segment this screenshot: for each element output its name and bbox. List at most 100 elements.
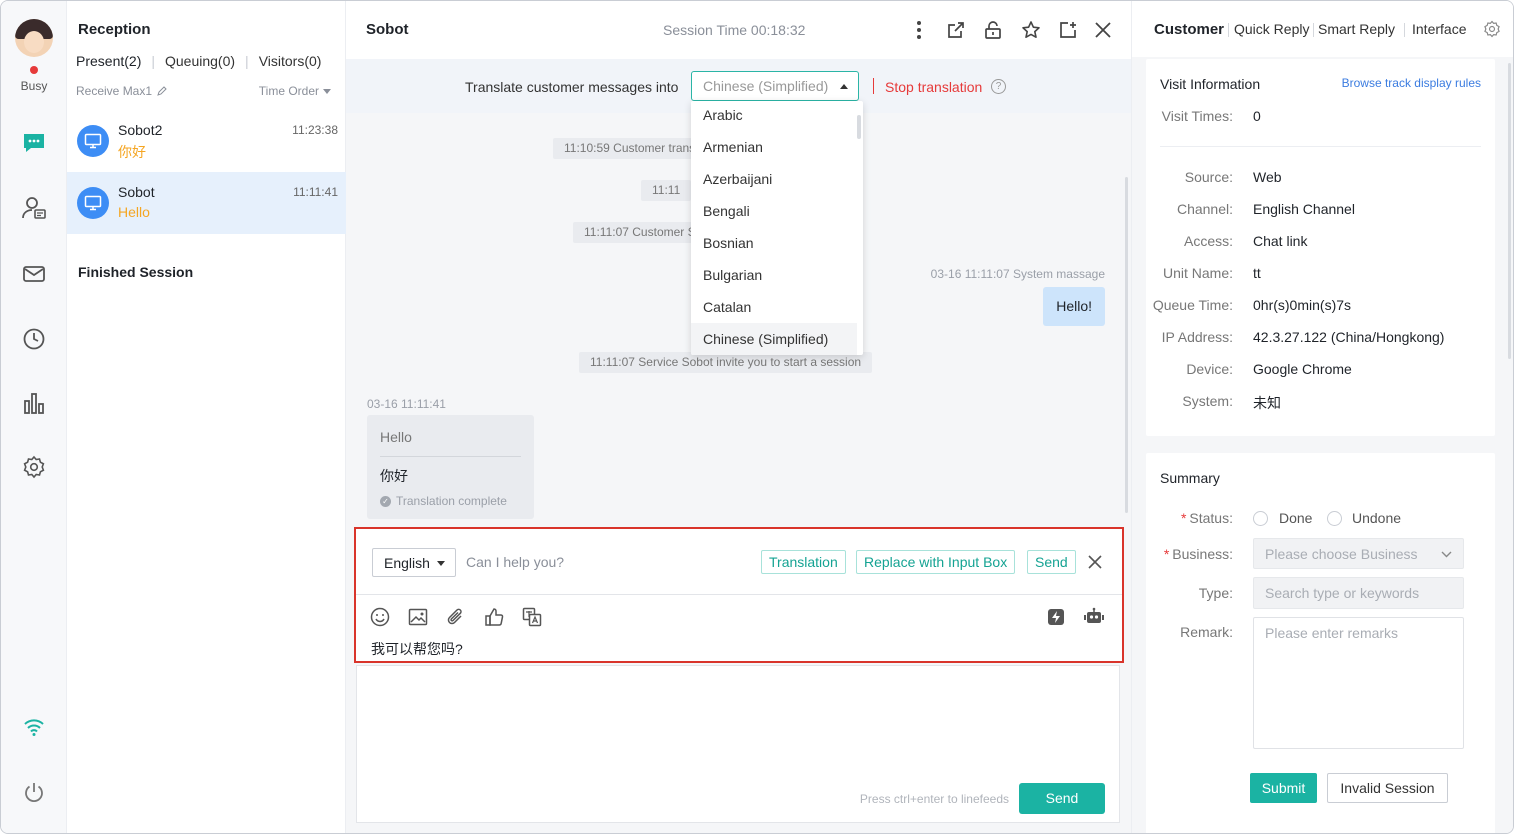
time-order-sort[interactable]: Time Order xyxy=(259,84,331,98)
invalid-session-button[interactable]: Invalid Session xyxy=(1327,773,1448,803)
status-undone-radio[interactable] xyxy=(1327,511,1342,526)
star-icon[interactable] xyxy=(1020,19,1042,41)
field-label: Queue Time: xyxy=(1152,297,1233,313)
language-option[interactable]: Armenian xyxy=(691,131,857,163)
unit-name-value: tt xyxy=(1253,265,1261,281)
summary-card: Summary * Status: Done Undone * Business: … xyxy=(1146,453,1495,833)
right-panel-scrollbar[interactable] xyxy=(1508,63,1511,359)
language-option-selected[interactable]: Chinese (Simplified) xyxy=(691,323,857,355)
send-translation-button[interactable]: Send xyxy=(1027,550,1076,574)
right-panel-tabs: Customer Quick Reply Smart Reply Interfa… xyxy=(1132,1,1513,57)
agent-avatar[interactable] xyxy=(15,19,53,57)
device-value: Google Chrome xyxy=(1253,361,1352,377)
status-done-label[interactable]: Done xyxy=(1279,510,1312,526)
quick-reply-icon[interactable] xyxy=(1045,606,1067,628)
chevron-down-icon xyxy=(1441,551,1452,558)
history-icon[interactable] xyxy=(20,325,48,353)
remark-textarea[interactable]: Please enter remarks xyxy=(1253,617,1464,749)
check-circle-icon: ✓ xyxy=(380,495,391,507)
caret-up-icon xyxy=(840,84,848,89)
session-item-selected[interactable]: Sobot 11:11:41 Hello xyxy=(67,172,346,234)
business-select[interactable]: Please choose Business xyxy=(1253,538,1464,569)
robot-icon[interactable] xyxy=(1083,606,1105,628)
source-language-select[interactable]: English xyxy=(372,548,456,577)
close-icon[interactable] xyxy=(1092,19,1114,41)
customer-info-panel: Customer Quick Reply Smart Reply Interfa… xyxy=(1131,1,1513,833)
emoji-icon[interactable] xyxy=(369,606,391,628)
translate-icon[interactable] xyxy=(521,606,543,628)
session-last-message: Hello xyxy=(118,204,150,220)
queue-time-value: 0hr(s)0min(s)7s xyxy=(1253,297,1352,313)
translation-button[interactable]: Translation xyxy=(761,550,846,574)
send-button[interactable]: Send xyxy=(1019,783,1105,814)
session-tabs: Present(2) | Queuing(0) | Visitors(0) xyxy=(76,53,321,69)
unlock-icon[interactable] xyxy=(982,19,1004,41)
replace-input-button[interactable]: Replace with Input Box xyxy=(856,550,1016,574)
mail-icon[interactable] xyxy=(20,260,48,288)
edit-icon[interactable] xyxy=(157,86,167,96)
status-undone-label[interactable]: Undone xyxy=(1352,510,1401,526)
session-time: 11:11:41 xyxy=(293,185,338,199)
language-option[interactable]: Arabic xyxy=(691,101,857,131)
help-icon[interactable]: ? xyxy=(991,79,1006,94)
type-search-input[interactable]: Search type or keywords xyxy=(1253,577,1464,609)
tab-visitors[interactable]: Visitors(0) xyxy=(259,53,322,69)
tab-present[interactable]: Present(2) xyxy=(76,53,141,69)
field-label: * Business: xyxy=(1163,546,1233,562)
more-icon[interactable] xyxy=(908,19,930,41)
tab-separator: | xyxy=(245,53,249,69)
tab-interface[interactable]: Interface xyxy=(1412,21,1466,37)
browse-track-rules-link[interactable]: Browse track display rules xyxy=(1342,76,1481,90)
field-label: Device: xyxy=(1186,361,1233,377)
image-icon[interactable] xyxy=(407,606,429,628)
finished-session-title[interactable]: Finished Session xyxy=(78,264,193,280)
ip-address-value: 42.3.27.122 (China/Hongkong) xyxy=(1253,329,1445,345)
stop-translation-link[interactable]: Stop translation xyxy=(885,79,982,95)
session-last-message: 你好 xyxy=(118,144,146,160)
session-item[interactable]: Sobot2 11:23:38 你好 xyxy=(67,110,346,172)
visit-times-value: 0 xyxy=(1253,108,1261,124)
translated-reply-text[interactable]: 我可以帮您吗? xyxy=(371,639,463,659)
add-to-list-icon[interactable] xyxy=(1057,19,1079,41)
language-option[interactable]: Azerbaijani xyxy=(691,163,857,195)
field-label: System: xyxy=(1182,393,1233,409)
monitor-icon xyxy=(77,125,109,157)
chat-icon[interactable] xyxy=(20,129,48,157)
language-option[interactable]: Bulgarian xyxy=(691,259,857,291)
language-option[interactable]: Bengali xyxy=(691,195,857,227)
monitor-icon xyxy=(77,187,109,219)
transfer-icon[interactable] xyxy=(945,19,967,41)
settings-icon[interactable] xyxy=(20,453,48,481)
close-icon[interactable] xyxy=(1086,553,1104,571)
tab-separator xyxy=(1404,23,1405,37)
power-icon[interactable] xyxy=(20,778,48,806)
remark-placeholder: Please enter remarks xyxy=(1265,625,1399,641)
tab-separator xyxy=(1313,23,1314,37)
system-note: 11:11:07 Service Sobot invite you to sta… xyxy=(579,352,873,373)
tab-queuing[interactable]: Queuing(0) xyxy=(165,53,235,69)
tab-smart-reply[interactable]: Smart Reply xyxy=(1318,21,1395,37)
receive-max[interactable]: Receive Max1 xyxy=(76,84,167,98)
submit-button[interactable]: Submit xyxy=(1250,773,1317,803)
visit-info-title: Visit Information xyxy=(1160,76,1261,92)
agent-status-label[interactable]: Busy xyxy=(1,79,67,93)
session-time: 11:23:38 xyxy=(292,123,338,137)
tab-quick-reply[interactable]: Quick Reply xyxy=(1234,21,1309,37)
chat-header: Sobot Session Time 00:18:32 xyxy=(346,1,1131,59)
gear-icon[interactable] xyxy=(1483,20,1501,38)
thumbs-up-icon[interactable] xyxy=(483,606,505,628)
source-text[interactable]: Can I help you? xyxy=(466,554,564,570)
message-scrollbar[interactable] xyxy=(1125,177,1128,513)
translate-label: Translate customer messages into xyxy=(465,79,679,95)
target-language-select[interactable]: Chinese (Simplified) xyxy=(691,71,859,101)
status-done-radio[interactable] xyxy=(1253,511,1268,526)
dropdown-scrollbar[interactable] xyxy=(857,115,861,139)
language-option[interactable]: Bosnian xyxy=(691,227,857,259)
contacts-icon[interactable] xyxy=(20,194,48,222)
tab-customer[interactable]: Customer xyxy=(1154,21,1224,38)
attachment-icon[interactable] xyxy=(445,606,467,628)
statistics-icon[interactable] xyxy=(20,389,48,417)
translation-status: ✓ Translation complete xyxy=(380,494,507,508)
message-composer[interactable]: Press ctrl+enter to linefeeds Send xyxy=(356,665,1120,823)
language-option[interactable]: Catalan xyxy=(691,291,857,323)
